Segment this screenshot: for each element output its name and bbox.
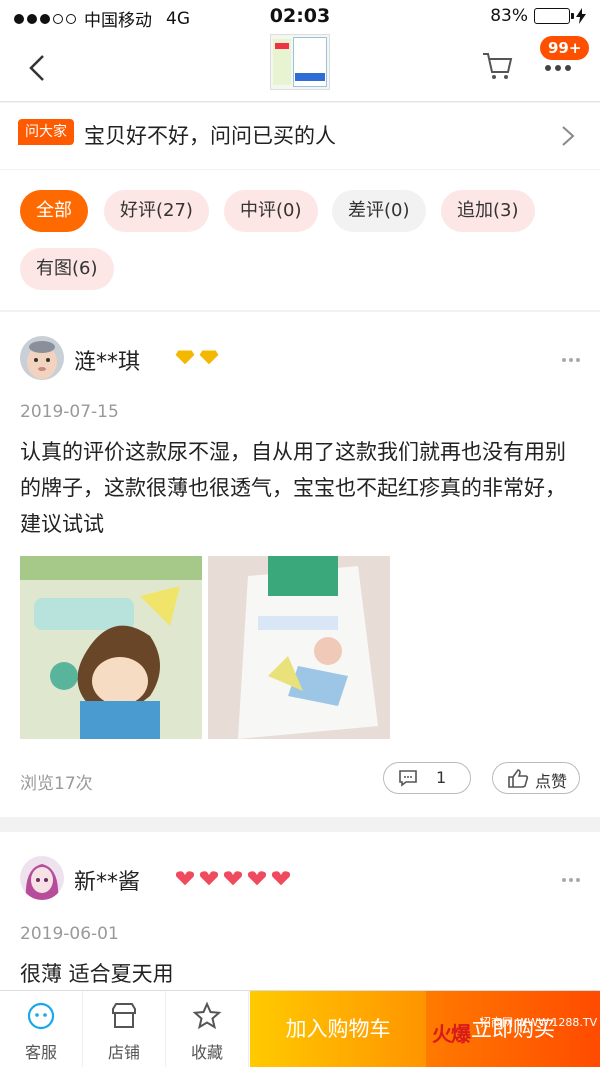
- back-icon[interactable]: [22, 52, 54, 84]
- nav-bar: 99+: [0, 34, 600, 102]
- favorite-label: 收藏: [190, 1043, 223, 1062]
- review-text: 认真的评价这款尿不湿，自从用了这款我们就再也没有用别的牌子，这款很薄也很透气，宝…: [20, 440, 566, 536]
- filter-followup-chip[interactable]: 追加(3): [441, 190, 535, 232]
- member-level-medals: [174, 348, 220, 366]
- product-thumbnail[interactable]: [270, 34, 330, 90]
- favorite-button[interactable]: 收藏: [166, 991, 249, 1067]
- battery-percent: 83%: [490, 6, 528, 26]
- review-photo[interactable]: [20, 556, 202, 739]
- avatar[interactable]: [20, 336, 64, 380]
- store-label: 店铺: [107, 1043, 140, 1062]
- like-button[interactable]: 点赞: [492, 762, 580, 794]
- thumbs-up-icon: [508, 769, 529, 788]
- view-count: 浏览17次: [20, 774, 93, 794]
- more-options-icon[interactable]: [560, 876, 582, 884]
- ask-prompt: 宝贝好不好，问问已买的人: [84, 124, 336, 148]
- avatar[interactable]: [20, 856, 64, 900]
- review-date: 2019-07-15: [20, 402, 119, 422]
- heart-icon: [270, 870, 292, 887]
- comment-icon: [399, 770, 417, 787]
- review-card: 新**酱 2019-06-01 很薄 适合夏天用: [0, 832, 600, 992]
- status-right: 83%: [490, 6, 586, 26]
- battery-icon: [534, 8, 574, 24]
- heart-icon: [174, 870, 196, 887]
- review-card: 涟**琪 2019-07-15 认真的评价这款尿不湿，自从用了这款我们就再也没有…: [0, 312, 600, 817]
- comment-count: 1: [436, 768, 447, 787]
- filter-neutral-chip[interactable]: 中评(0): [224, 190, 318, 232]
- watermark-text: 招商网 WWW.1288.TV: [480, 1016, 598, 1029]
- watermark-logo: 火爆: [432, 1022, 471, 1046]
- store-button[interactable]: 店铺: [83, 991, 166, 1067]
- review-filters: 全部 好评(27) 中评(0) 差评(0) 追加(3) 有图(6): [0, 170, 600, 310]
- star-icon: [192, 1001, 222, 1030]
- customer-service-button[interactable]: 客服: [0, 991, 83, 1067]
- charging-icon: [576, 8, 586, 24]
- comment-button[interactable]: 1: [383, 762, 471, 794]
- message-badge: 99+: [540, 36, 590, 60]
- chevron-right-icon: [562, 126, 575, 146]
- reviewer-name[interactable]: 涟**琪: [74, 344, 140, 376]
- store-icon: [112, 1003, 136, 1028]
- heart-icon: [198, 870, 220, 887]
- review-text: 很薄 适合夏天用: [20, 962, 174, 986]
- customer-service-icon: [27, 1002, 55, 1030]
- heart-icon: [222, 870, 244, 887]
- reviewer-name[interactable]: 新**酱: [74, 864, 140, 896]
- more-options-icon[interactable]: [560, 356, 582, 364]
- filter-negative-chip[interactable]: 差评(0): [332, 190, 426, 232]
- filter-with-photos-chip[interactable]: 有图(6): [20, 248, 114, 290]
- diamond-icon: [198, 349, 220, 366]
- filter-positive-chip[interactable]: 好评(27): [104, 190, 209, 232]
- member-level-medals: [174, 869, 292, 887]
- review-photo[interactable]: [208, 556, 390, 739]
- diamond-icon: [174, 349, 196, 366]
- status-bar: 中国移动 4G 02:03 83%: [0, 0, 600, 34]
- ask-tag: 问大家: [18, 119, 74, 145]
- filter-all-chip[interactable]: 全部: [20, 190, 88, 232]
- heart-icon: [246, 870, 268, 887]
- like-label: 点赞: [535, 772, 568, 791]
- cart-icon[interactable]: [480, 48, 514, 82]
- customer-service-label: 客服: [24, 1043, 57, 1062]
- add-to-cart-button[interactable]: 加入购物车: [250, 991, 426, 1067]
- ask-bar[interactable]: 问大家 宝贝好不好，问问已买的人: [0, 103, 600, 169]
- review-date: 2019-06-01: [20, 924, 119, 944]
